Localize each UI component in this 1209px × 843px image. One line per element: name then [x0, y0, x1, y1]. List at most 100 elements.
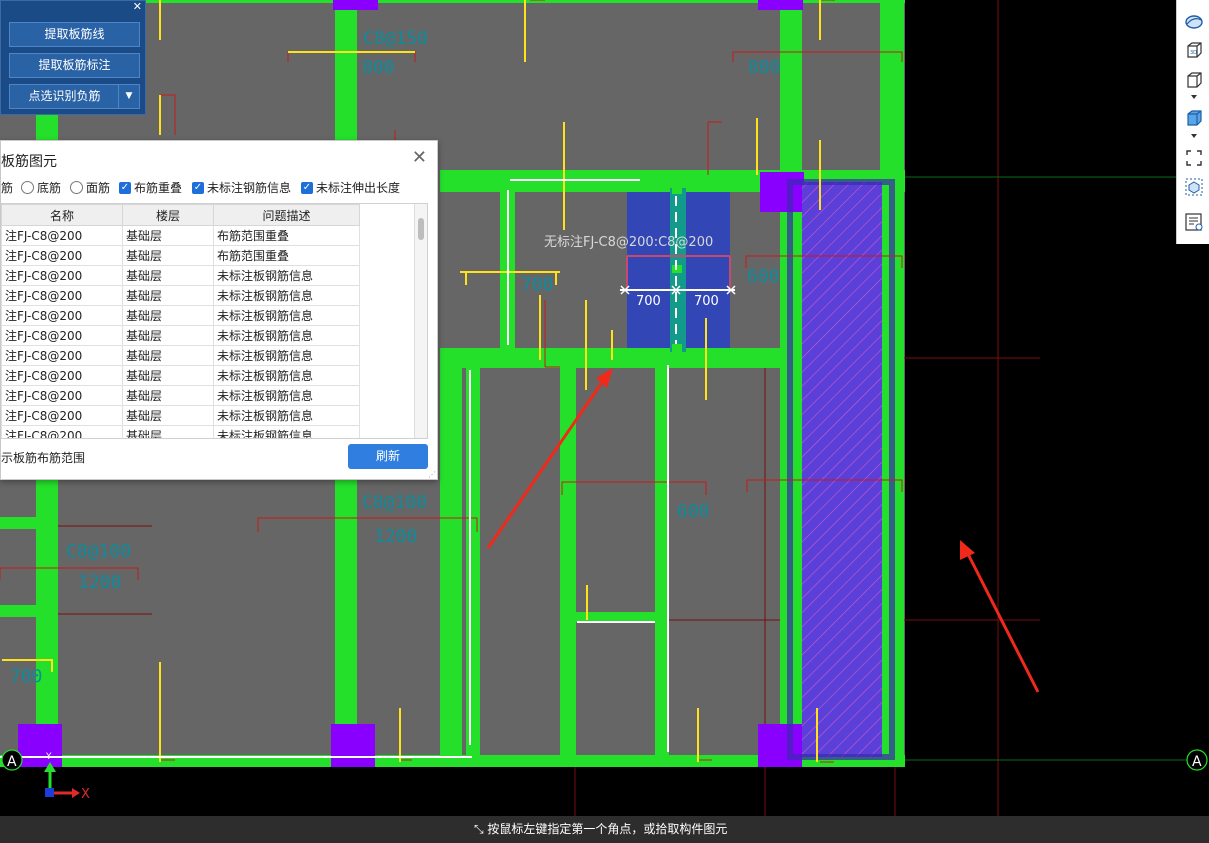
axis-label-a-left: A — [7, 754, 17, 770]
check-missing-info[interactable]: ✓ 未标注钢筋信息 — [192, 179, 291, 196]
row-issue-cell: 未标注板钢筋信息 — [213, 365, 360, 386]
row-name-cell: 注FJ-C8@200 — [1, 345, 123, 366]
ucs-x-label: X — [81, 787, 90, 802]
radio-icon — [21, 181, 34, 194]
row-floor-cell: 基础层 — [122, 285, 214, 306]
chevron-down-icon[interactable]: ▼ — [118, 85, 139, 108]
ucs-y-label: Y — [45, 752, 52, 762]
row-issue-cell: 未标注板钢筋信息 — [213, 265, 360, 286]
svg-text:700: 700 — [521, 274, 554, 295]
check-overlap[interactable]: ✓ 布筋重叠 — [119, 179, 182, 196]
table-row[interactable]: 注FJ-C8@200 基础层 未标注板钢筋信息 — [1, 345, 360, 366]
properties-list-icon[interactable] — [1184, 212, 1204, 232]
row-name-cell: 注FJ-C8@200 — [1, 425, 123, 438]
row-floor-cell: 基础层 — [122, 425, 214, 438]
fullscreen-icon[interactable] — [1184, 148, 1204, 168]
row-issue-cell: 未标注板钢筋信息 — [213, 405, 360, 426]
row-issue-cell: 未标注板钢筋信息 — [213, 325, 360, 346]
extract-rebar-annotation-button[interactable]: 提取板筋标注 — [9, 53, 140, 78]
show-range-label: 示板筋布筋范围 — [1, 451, 86, 465]
check-missing-length[interactable]: ✓ 未标注伸出长度 — [301, 179, 400, 196]
table-row[interactable]: 注FJ-C8@200 基础层 未标注板钢筋信息 — [1, 365, 360, 386]
radio-top-label: 面筋 — [86, 181, 111, 195]
radio-all[interactable]: 筋 — [1, 179, 13, 196]
row-name-cell: 注FJ-C8@200 — [1, 225, 123, 246]
row-issue-cell: 未标注板钢筋信息 — [213, 285, 360, 306]
table-row[interactable]: 注FJ-C8@200 基础层 未标注板钢筋信息 — [1, 405, 360, 426]
slab-label-1200-b: 1200 — [78, 572, 121, 593]
row-floor-cell: 基础层 — [122, 405, 214, 426]
dim-700-right: 700 — [694, 294, 719, 309]
table-row[interactable]: 注FJ-C8@200 基础层 未标注板钢筋信息 — [1, 325, 360, 346]
col-issue[interactable]: 问题描述 — [213, 204, 360, 226]
checkbox-checked-icon: ✓ — [301, 181, 313, 194]
row-name-cell: 注FJ-C8@200 — [1, 365, 123, 386]
resize-grip-icon[interactable]: ⋰ — [428, 470, 436, 479]
status-bar: ⤡ 按鼠标左键指定第一个角点，或拾取构件图元 — [0, 816, 1209, 843]
orbit-icon[interactable] — [1184, 12, 1204, 32]
table-row[interactable]: 注FJ-C8@200 基础层 未标注板钢筋信息 — [1, 285, 360, 306]
extract-rebar-lines-button[interactable]: 提取板筋线 — [9, 22, 140, 47]
cube-solid-icon[interactable] — [1184, 108, 1204, 128]
row-floor-cell: 基础层 — [122, 245, 214, 266]
row-floor-cell: 基础层 — [122, 325, 214, 346]
row-name-cell: 注FJ-C8@200 — [1, 245, 123, 266]
chevron-down-icon[interactable] — [1184, 131, 1204, 141]
col-name[interactable]: 名称 — [1, 204, 123, 226]
slab-label-c8-150: C8@150 — [363, 28, 428, 49]
chevron-down-icon[interactable] — [1184, 92, 1204, 102]
close-icon[interactable]: ✕ — [412, 147, 427, 168]
axis-label-a-right: A — [1192, 754, 1202, 770]
radio-bottom-rebar[interactable]: 底筋 — [21, 179, 61, 196]
view-toolbar: 3D — [1176, 0, 1209, 244]
table-row[interactable]: 注FJ-C8@200 基础层 未标注板钢筋信息 — [1, 265, 360, 286]
radio-top-rebar[interactable]: 面筋 — [70, 179, 110, 196]
row-floor-cell: 基础层 — [122, 225, 214, 246]
table-row[interactable]: 注FJ-C8@200 基础层 布筋范围重叠 — [1, 245, 360, 266]
slab-rebar-dialog: 板筋图元 ✕ 筋 底筋 面筋 ✓ 布筋重叠 ✓ 未标注钢筋信息 ✓ 未标注伸出长度 名… — [0, 140, 438, 480]
table-row[interactable]: 注FJ-C8@200 基础层 未标注板钢筋信息 — [1, 425, 360, 438]
pick-identify-label: 点选识别负筋 — [28, 89, 101, 103]
close-icon[interactable]: ✕ — [133, 1, 142, 13]
table-row[interactable]: 注FJ-C8@200 基础层 未标注板钢筋信息 — [1, 385, 360, 406]
scroll-thumb[interactable] — [418, 218, 424, 240]
issues-table: 名称 楼层 问题描述 注FJ-C8@200 基础层 布筋范围重叠 注FJ-C8@200… — [1, 203, 428, 439]
radio-icon — [70, 181, 83, 194]
slab-label-1200-a: 1200 — [374, 526, 417, 547]
checkbox-checked-icon: ✓ — [192, 181, 204, 194]
svg-text:3D: 3D — [1190, 50, 1197, 56]
row-floor-cell: 基础层 — [122, 345, 214, 366]
rebar-extract-panel: ✕ 提取板筋线 提取板筋标注 点选识别负筋 ▼ — [0, 0, 146, 115]
checkbox-checked-icon: ✓ — [119, 181, 131, 194]
cube-view-icon[interactable] — [1184, 70, 1204, 90]
row-floor-cell: 基础层 — [122, 265, 214, 286]
dim-700-left: 700 — [636, 294, 661, 309]
ucs-icon — [44, 762, 80, 798]
row-issue-cell: 未标注板钢筋信息 — [213, 385, 360, 406]
row-issue-cell: 布筋范围重叠 — [213, 245, 360, 266]
table-row[interactable]: 注FJ-C8@200 基础层 布筋范围重叠 — [1, 225, 360, 246]
filter-options: 筋 底筋 面筋 ✓ 布筋重叠 ✓ 未标注钢筋信息 ✓ 未标注伸出长度 — [1, 179, 439, 199]
slab-label-c8-100-a: C8@100 — [362, 492, 427, 513]
row-issue-cell: 未标注板钢筋信息 — [213, 425, 360, 438]
refresh-button[interactable]: 刷新 — [348, 444, 428, 469]
selected-rebar-region — [620, 186, 736, 352]
table-scrollbar[interactable] — [414, 204, 427, 438]
row-name-cell: 注FJ-C8@200 — [1, 325, 123, 346]
3d-view-icon[interactable]: 3D — [1184, 40, 1204, 60]
slab-label-800-a: 800 — [362, 57, 395, 78]
row-floor-cell: 基础层 — [122, 385, 214, 406]
table-row[interactable]: 注FJ-C8@200 基础层 未标注板钢筋信息 — [1, 305, 360, 326]
hatched-rebar-range — [802, 182, 882, 757]
row-name-cell: 注FJ-C8@200 — [1, 265, 123, 286]
dialog-title: 板筋图元 — [1, 153, 57, 169]
row-name-cell: 注FJ-C8@200 — [1, 385, 123, 406]
check-missing-length-label: 未标注伸出长度 — [316, 181, 401, 195]
row-name-cell: 注FJ-C8@200 — [1, 305, 123, 326]
table-header: 名称 楼层 问题描述 — [1, 204, 360, 226]
col-floor[interactable]: 楼层 — [122, 204, 214, 226]
row-issue-cell: 布筋范围重叠 — [213, 225, 360, 246]
row-name-cell: 注FJ-C8@200 — [1, 405, 123, 426]
pick-identify-negative-rebar-button[interactable]: 点选识别负筋 ▼ — [9, 84, 140, 109]
box-select-icon[interactable] — [1184, 177, 1204, 197]
